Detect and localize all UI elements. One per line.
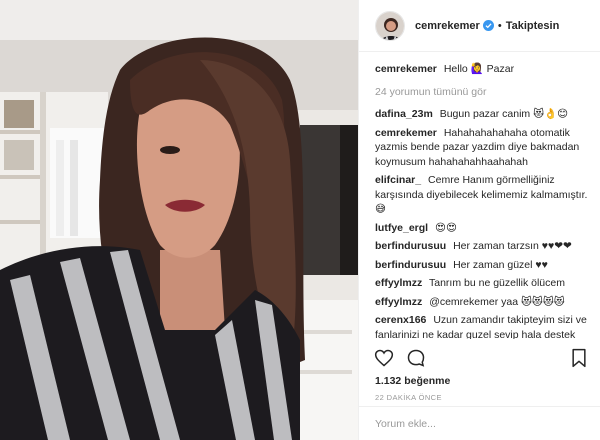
comment-icon [407, 349, 425, 367]
verified-badge-icon [482, 20, 494, 31]
separator-dot: • [497, 19, 502, 32]
action-bar [373, 346, 590, 370]
comment-item: cemrekemer Hahahahahahaha otomatik yazmi… [375, 126, 592, 170]
comment-username[interactable]: berfindurusuu [375, 240, 446, 252]
comment-button[interactable] [405, 347, 427, 369]
add-comment-bar [359, 406, 600, 440]
comment-item: elifcinar_ Cemre Hanım görmelliğiniz kar… [375, 173, 592, 217]
comment-item: cerenx166 Uzun zamandır takipteyim sizi … [375, 313, 592, 339]
likes-count[interactable]: 1.132 beğenme [375, 375, 450, 387]
comment-username[interactable]: dafina_23m [375, 108, 433, 120]
header-username[interactable]: cemrekemer [415, 20, 480, 32]
comment-item: effyylmzz Tanrım bu ne güzellik ölücem [375, 276, 592, 291]
post-sidebar: cemrekemer • Takiptesin cemrekemer Hello… [358, 0, 600, 440]
comment-item: lutfye_ergl 😍😍 [375, 221, 592, 236]
comment-item: berfindurusuu Her zaman tarzsın ♥♥❤❤ [375, 239, 592, 254]
comment-text: Her zaman tarzsın ♥♥❤❤ [453, 240, 572, 252]
post-timestamp: 22 DAKİKA ÖNCE [375, 393, 442, 402]
comment-text: 😍😍 [435, 221, 457, 234]
selfie-image [0, 0, 358, 440]
comment-text: Bugun pazar canim 😻👌😊 [439, 108, 569, 120]
avatar[interactable] [375, 10, 405, 41]
comment-item: dafina_23m Bugun pazar canim 😻👌😊 [375, 107, 592, 122]
comment-text: Her zaman güzel ♥♥ [453, 258, 548, 271]
comment-username[interactable]: lutfye_ergl [375, 222, 428, 234]
following-button[interactable]: Takiptesin [506, 20, 560, 32]
avatar-image [376, 11, 404, 40]
post-header: cemrekemer • Takiptesin [359, 0, 600, 52]
comment-username[interactable]: effyylmzz [375, 296, 422, 308]
caption: cemrekemer Hello 🙋‍♀️ Pazar [375, 62, 592, 77]
comment-username[interactable]: cemrekemer [375, 127, 437, 139]
bookmark-icon [572, 348, 586, 368]
comment-text: Tanrım bu ne güzellik ölücem [429, 277, 565, 289]
comment-item: effyylmzz @cemrekemer yaa 😻😻😻😻 [375, 295, 592, 310]
comment-username[interactable]: cerenx166 [375, 314, 426, 326]
comment-input[interactable] [375, 417, 584, 430]
comment-username[interactable]: berfindurusuu [375, 259, 446, 271]
caption-username[interactable]: cemrekemer [375, 63, 437, 75]
comment-username[interactable]: effyylmzz [375, 277, 422, 289]
post-photo[interactable] [0, 0, 358, 440]
comment-text: @cemrekemer yaa 😻😻😻😻 [429, 295, 565, 308]
view-all-comments-link[interactable]: 24 yorumun tümünü gör [375, 85, 592, 100]
like-button[interactable] [373, 347, 395, 369]
comment-item: berfindurusuu Her zaman güzel ♥♥ [375, 258, 592, 273]
comment-username[interactable]: elifcinar_ [375, 174, 421, 186]
heart-icon [374, 349, 394, 367]
comment-list: cemrekemer Hello 🙋‍♀️ Pazar 24 yorumun t… [375, 62, 592, 339]
save-button[interactable] [568, 347, 590, 369]
caption-text: Hello 🙋‍♀️ Pazar [443, 63, 515, 75]
